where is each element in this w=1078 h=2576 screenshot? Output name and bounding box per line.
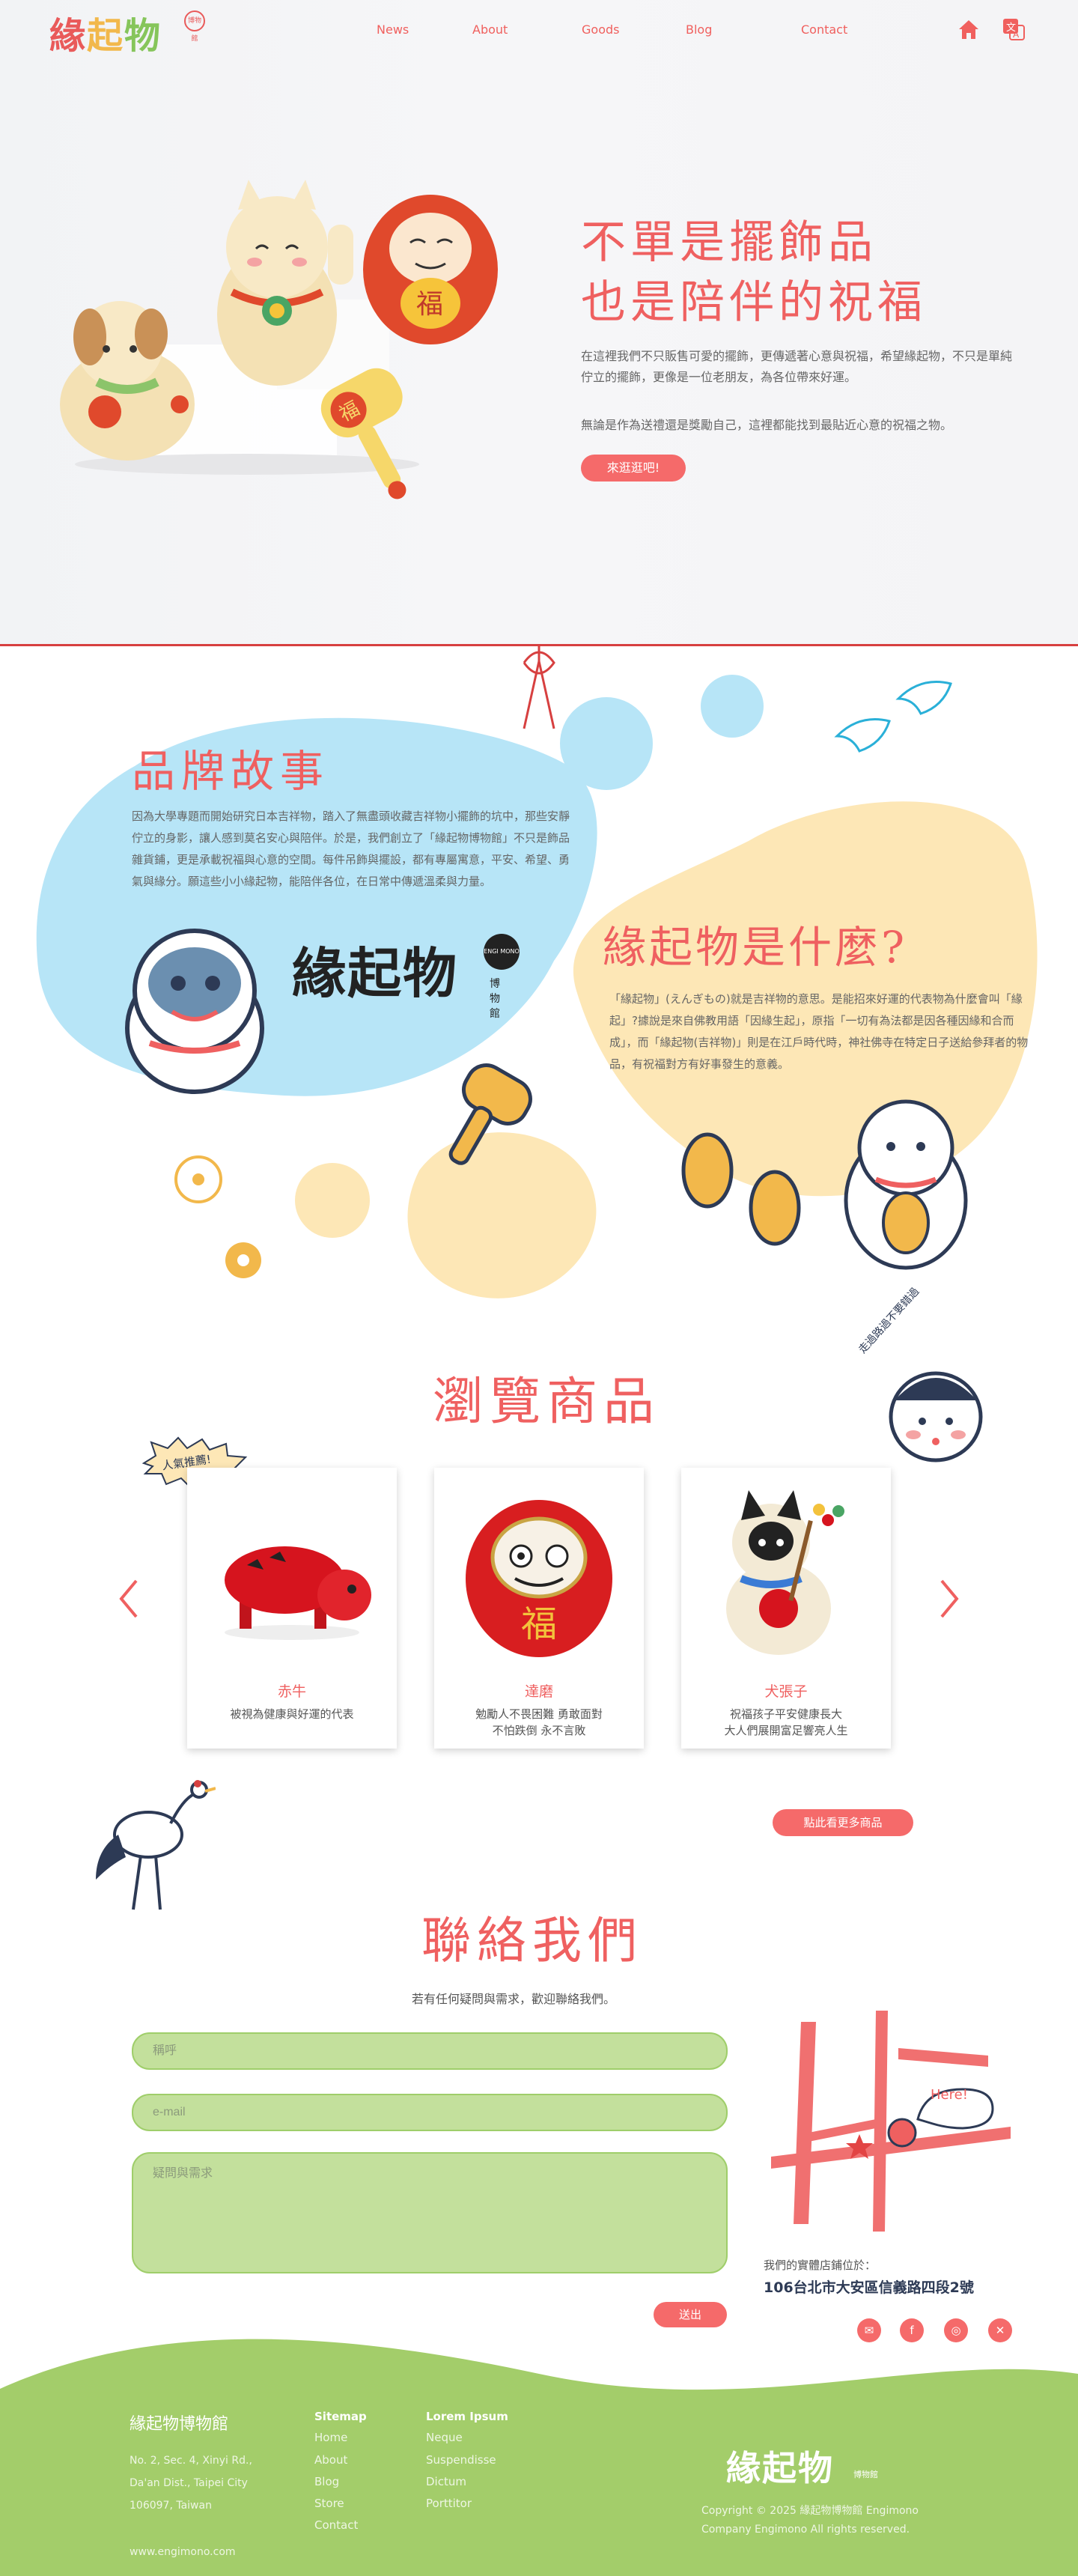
hero-paragraph-1: 在這裡我們不只販售可愛的擺飾，更傳遞著心意與祝福，希望緣起物，不只是單純佇立的擺… (581, 349, 1013, 384)
hero-title: 不單是擺飾品 也是陪伴的祝福 (581, 213, 927, 332)
product-name: 犬張子 (764, 1683, 808, 1700)
footer-address-line: No. 2, Sec. 4, Xinyi Rd., (130, 2455, 252, 2467)
footer-address-line: Da'an Dist., Taipei City (130, 2477, 248, 2489)
email-input[interactable] (132, 2094, 728, 2131)
otafuku-mascot (889, 1371, 983, 1462)
footer-wave-background (0, 2339, 1078, 2576)
hero-title-line2: 也是陪伴的祝福 (581, 276, 927, 329)
product-name: 達磨 (524, 1683, 553, 1700)
footer-logo-sub: 博物館 (853, 2470, 878, 2479)
footer-link-home[interactable]: Home (314, 2431, 347, 2444)
top-navigation: 緣起物 博物館 News About Goods Blog Contact 文 … (0, 0, 1078, 60)
footer-link-neque[interactable]: Neque (426, 2431, 463, 2444)
name-input[interactable] (132, 2032, 728, 2070)
contact-title: 聯絡我們 (421, 1912, 643, 1969)
carousel-prev-arrow[interactable] (114, 1576, 144, 1621)
footer-link-about[interactable]: About (314, 2453, 347, 2467)
story-logo-badge: ENGI MONO (484, 934, 520, 970)
crane-illustration (96, 1780, 216, 1910)
story-logo: 緣起物 ENGI MONO 博物館 (292, 929, 520, 1020)
footer-link-store[interactable]: Store (314, 2497, 344, 2510)
daruma-image: 福 (466, 1500, 612, 1657)
site-logo[interactable]: 緣起物 博物館 (0, 0, 225, 57)
hero-figurines-image: 福 福 (60, 180, 498, 499)
sitemap-title: Sitemap (314, 2410, 367, 2423)
store-map (771, 2011, 1011, 2232)
send-button[interactable]: 送出 (654, 2302, 727, 2327)
footer-link-blog[interactable]: Blog (314, 2475, 339, 2488)
store-address: 106台北市大安區信義路四段2號 (764, 2279, 974, 2296)
hero-paragraph-2: 無論是作為送禮還是獎勵自己，這裡都能找到最貼近心意的祝福之物。 (581, 418, 953, 432)
product-name: 赤牛 (277, 1683, 306, 1700)
footer-link-porttitor[interactable]: Porttitor (426, 2497, 472, 2510)
product-desc: 被視為健康與好運的代表 (230, 1707, 354, 1721)
what-paragraph: 「緣起物」(えんぎもの)就是吉祥物的意思。是能招來好運的代表物為什麼會叫「緣起」… (609, 992, 1029, 1071)
message-textarea[interactable] (132, 2152, 728, 2273)
products-title: 瀏覽商品 (433, 1373, 661, 1432)
footer-link-contact[interactable]: Contact (314, 2518, 358, 2532)
copyright-line-1: Copyright © 2025 緣起物博物館 Engimono (701, 2505, 919, 2517)
footer-link-dictum[interactable]: Dictum (426, 2475, 466, 2488)
nav-about[interactable]: About (472, 22, 508, 37)
logo-badge: 博物館 (184, 10, 205, 43)
svg-text:A: A (1013, 29, 1020, 40)
footer-link-suspendisse[interactable]: Suspendisse (426, 2453, 496, 2467)
nav-contact[interactable]: Contact (801, 22, 847, 37)
product-desc: 祝福孩子平安健康長大 大人們展開富足響亮人生 (724, 1707, 848, 1737)
logo-wordmark: 緣起物 (49, 15, 162, 57)
what-title: 緣起物是什麼? (603, 922, 908, 973)
home-icon[interactable] (956, 16, 981, 42)
footer-address-line: 106097, Taiwan (130, 2500, 212, 2512)
explore-button[interactable]: 來逛逛吧! (581, 455, 686, 482)
story-paragraph: 因為大學專題而開始研究日本吉祥物，踏入了無盡頭收藏吉祥物小擺飾的坑中，那些安靜佇… (132, 809, 570, 888)
story-title: 品牌故事 (132, 746, 330, 797)
copyright-line-2: Company Engimono All rights reserved. (701, 2524, 910, 2536)
footer: 緣起物博物館 No. 2, Sec. 4, Xinyi Rd., Da'an D… (0, 2329, 1078, 2576)
story-logo-sub: 博物館 (490, 978, 500, 1020)
svg-text:福: 福 (416, 289, 443, 320)
contact-subtitle: 若有任何疑問與需求，歡迎聯絡我們。 (412, 1992, 616, 2006)
footer-brand-name: 緣起物博物館 (130, 2415, 229, 2434)
more-products-button[interactable]: 點此看更多商品 (773, 1809, 913, 1836)
store-label: 我們的實體店鋪位於： (764, 2258, 877, 2272)
story-section: 品牌故事 因為大學專題而開始研究日本吉祥物，踏入了無盡頭收藏吉祥物小擺飾的坑中，… (0, 646, 1078, 1305)
nav-news[interactable]: News (377, 22, 409, 37)
product-desc: 勉勵人不畏困難 勇敢面對 不怕跌倒 永不言敗 (475, 1707, 603, 1737)
translate-icon[interactable]: 文 A (1001, 16, 1026, 42)
hero-section: 福 福 不單是擺飾品 也是陪伴的祝福 在這裡我們不只販售可愛的擺飾，更傳遞著心意… (0, 0, 1078, 645)
lorem-title: Lorem Ipsum (426, 2410, 508, 2423)
product-card-akabeko[interactable]: 赤牛 被視為健康與好運的代表 (187, 1468, 397, 1749)
footer-logo: 緣起物 (726, 2448, 834, 2488)
carousel-next-arrow[interactable] (934, 1576, 964, 1621)
product-card-inuhariko[interactable]: 犬張子 祝福孩子平安健康長大 大人們展開富足響亮人生 (681, 1468, 891, 1749)
inuhariko-image (726, 1490, 844, 1655)
hero-title-line1: 不單是擺飾品 (581, 216, 877, 269)
nav-blog[interactable]: Blog (686, 22, 712, 37)
akabeko-image (225, 1546, 371, 1640)
svg-text:福: 福 (521, 1603, 557, 1645)
nav-goods[interactable]: Goods (582, 22, 619, 37)
footer-website-link[interactable]: www.engimono.com (130, 2546, 236, 2558)
product-card-daruma[interactable]: 福 達磨 勉勵人不畏困難 勇敢面對 不怕跌倒 永不言敗 (434, 1468, 644, 1749)
map-bubble-label: Here! (931, 2087, 968, 2103)
